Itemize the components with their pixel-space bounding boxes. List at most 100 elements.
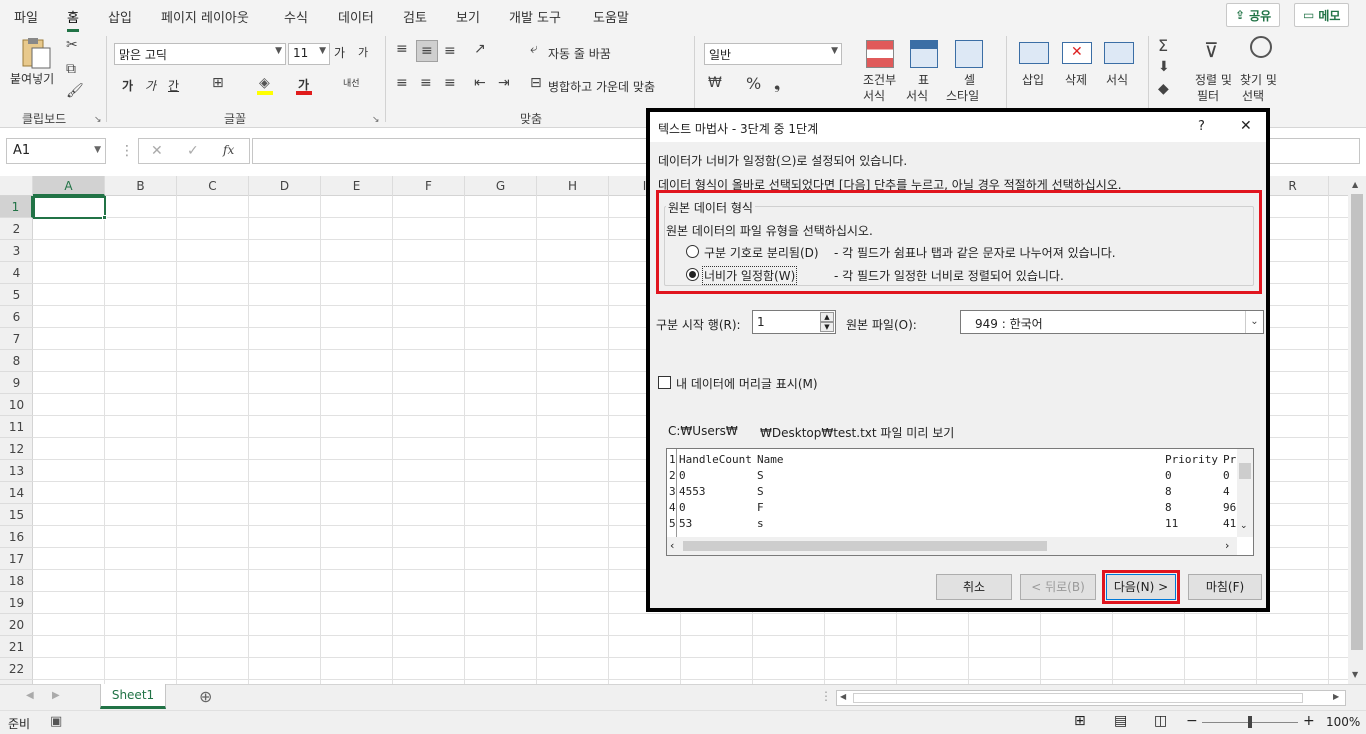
row-header[interactable]: 9 — [0, 372, 33, 394]
row-header[interactable]: 12 — [0, 438, 33, 460]
align-right-icon[interactable]: ≡ — [444, 76, 456, 90]
column-header[interactable]: F — [393, 176, 465, 196]
fill-color-icon[interactable]: ◈ — [259, 76, 270, 90]
tab-data[interactable]: 데이터 — [338, 7, 374, 26]
scroll-right-icon[interactable]: › — [1225, 539, 1229, 552]
tab-insert[interactable]: 삽입 — [108, 7, 132, 26]
zoom-slider-thumb[interactable] — [1248, 716, 1252, 728]
scroll-down-icon[interactable]: ▼ — [1352, 670, 1358, 679]
insert-function-icon[interactable]: fx — [223, 144, 234, 156]
format-cells-icon[interactable] — [1104, 42, 1134, 64]
row-header[interactable]: 4 — [0, 262, 33, 284]
sort-filter-button[interactable]: 정렬 및 — [1195, 71, 1232, 88]
normal-view-icon[interactable]: ⊞ — [1074, 713, 1086, 729]
row-header[interactable]: 17 — [0, 548, 33, 570]
format-as-table-button[interactable]: 표 — [918, 71, 929, 88]
start-row-spinner[interactable]: 1 ▲ ▼ — [752, 310, 836, 334]
column-header[interactable]: A — [33, 176, 105, 196]
row-header[interactable]: 7 — [0, 328, 33, 350]
tab-developer[interactable]: 개발 도구 — [509, 7, 561, 26]
shrink-font-button[interactable]: 가 — [358, 44, 368, 60]
paste-button[interactable]: 붙여넣기 — [10, 70, 54, 87]
grow-font-button[interactable]: 가 — [334, 44, 345, 61]
align-left-icon[interactable]: ≡ — [396, 76, 408, 90]
row-header[interactable]: 21 — [0, 636, 33, 658]
chevron-down-icon[interactable]: ⌄ — [1245, 311, 1263, 333]
align-middle-button[interactable]: ≡ — [416, 40, 438, 62]
tab-review[interactable]: 검토 — [403, 7, 427, 26]
zoom-out-icon[interactable]: − — [1186, 713, 1198, 729]
radio-fixed-width-label[interactable]: 너비가 일정함(W) — [702, 266, 798, 285]
column-header[interactable]: G — [465, 176, 537, 196]
column-header[interactable]: H — [537, 176, 609, 196]
number-format-select[interactable]: 일반 ▼ — [704, 43, 842, 65]
column-header[interactable]: B — [105, 176, 177, 196]
help-icon[interactable]: ? — [1198, 119, 1205, 134]
share-button[interactable]: ⇪ 공유 — [1226, 3, 1281, 27]
back-button[interactable]: < 뒤로(B) — [1020, 574, 1096, 600]
dialog-titlebar[interactable]: 텍스트 마법사 - 3단계 중 1단계 ? ✕ — [650, 112, 1266, 142]
cell-styles-button[interactable]: 셀 — [964, 71, 975, 88]
percent-icon[interactable]: % — [746, 76, 761, 92]
align-top-icon[interactable]: ≡ — [396, 42, 408, 56]
row-header[interactable]: 10 — [0, 394, 33, 416]
cancel-button[interactable]: 취소 — [936, 574, 1012, 600]
row-header[interactable]: 5 — [0, 284, 33, 306]
bold-button[interactable]: 가 — [122, 77, 133, 94]
copy-icon[interactable]: ⧉ — [66, 62, 76, 76]
horizontal-scrollbar[interactable]: ◀ ▶ — [836, 690, 1346, 706]
row-header[interactable]: 2 — [0, 218, 33, 240]
scroll-right-icon[interactable]: ▶ — [1333, 692, 1339, 701]
name-box[interactable]: A1 ▼ — [6, 138, 106, 164]
tab-page-layout[interactable]: 페이지 레이아웃 — [161, 7, 249, 26]
underline-button[interactable]: 간 — [168, 77, 179, 94]
merge-center-button[interactable]: 병합하고 가운데 맞춤 — [548, 78, 655, 95]
row-header[interactable]: 6 — [0, 306, 33, 328]
radio-fixed-width[interactable] — [686, 268, 699, 281]
find-select-icon[interactable] — [1250, 36, 1272, 58]
fill-icon[interactable]: ⬇ — [1158, 60, 1170, 74]
delete-cells-button[interactable]: 삭제 — [1065, 71, 1087, 88]
preview-vertical-scrollbar[interactable]: ⌄ — [1237, 449, 1253, 537]
insert-cells-icon[interactable] — [1019, 42, 1049, 64]
format-cells-button[interactable]: 서식 — [1106, 71, 1128, 88]
clear-icon[interactable]: ◆ — [1158, 82, 1169, 96]
scroll-thumb[interactable] — [1351, 194, 1363, 650]
origin-select[interactable]: 949 : 한국어 ⌄ — [960, 310, 1264, 334]
header-checkbox[interactable] — [658, 376, 671, 389]
phonetic-button[interactable]: 내선 — [343, 76, 360, 89]
scroll-thumb[interactable] — [683, 541, 1047, 551]
page-break-view-icon[interactable]: ◫ — [1154, 713, 1167, 729]
dialog-launcher-icon[interactable]: ↘ — [94, 115, 102, 125]
row-header[interactable]: 14 — [0, 482, 33, 504]
row-header[interactable]: 20 — [0, 614, 33, 636]
orientation-icon[interactable]: ↗ — [474, 42, 486, 56]
finish-button[interactable]: 마침(F) — [1188, 574, 1262, 600]
format-as-table-icon[interactable] — [910, 40, 938, 68]
vertical-scrollbar[interactable]: ▲ ▼ — [1348, 176, 1366, 684]
row-header[interactable]: 18 — [0, 570, 33, 592]
column-header[interactable]: E — [321, 176, 393, 196]
row-header[interactable]: 1 — [0, 196, 33, 218]
autosum-icon[interactable]: Σ — [1158, 38, 1168, 54]
wrap-text-icon[interactable]: ⤶ — [530, 42, 538, 56]
radio-delimited-label[interactable]: 구분 기호로 분리됨(D) — [704, 244, 819, 261]
fill-handle[interactable] — [102, 215, 107, 220]
conditional-format-button[interactable]: 조건부 — [863, 71, 896, 88]
prev-sheet-icon[interactable]: ◀ — [26, 690, 34, 701]
italic-button[interactable]: 가 — [145, 77, 156, 94]
memo-button[interactable]: ▭ 메모 — [1294, 3, 1350, 27]
scroll-down-icon[interactable]: ⌄ — [1240, 521, 1248, 531]
macro-record-icon[interactable]: ▣ — [50, 714, 62, 729]
row-header[interactable]: 15 — [0, 504, 33, 526]
page-layout-view-icon[interactable]: ▤ — [1114, 713, 1127, 729]
scroll-up-icon[interactable]: ▲ — [1352, 180, 1358, 189]
active-cell[interactable] — [33, 196, 106, 219]
font-size-select[interactable]: 11 ▼ — [288, 43, 330, 65]
row-header[interactable]: 13 — [0, 460, 33, 482]
tab-formulas[interactable]: 수식 — [284, 7, 308, 26]
preview-box[interactable]: 1 HandleCount Name Priority Pr 2 0 S 0 0… — [666, 448, 1254, 556]
border-icon[interactable]: ⊞ — [212, 76, 224, 90]
tab-help[interactable]: 도움말 — [593, 7, 629, 26]
accounting-format-icon[interactable]: ₩ — [708, 76, 722, 90]
